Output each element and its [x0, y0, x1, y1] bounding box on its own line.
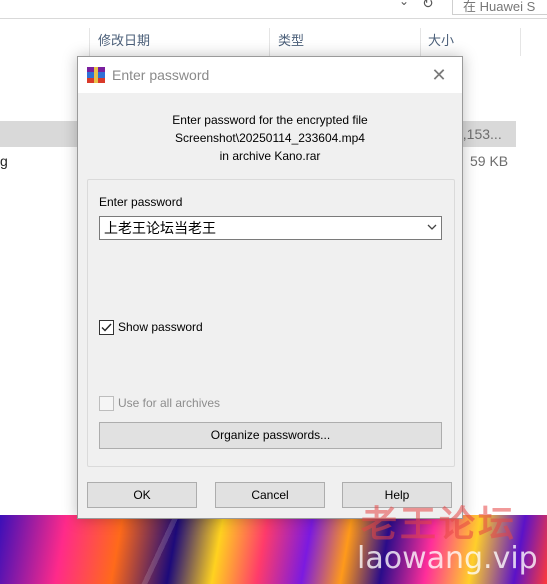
file-name: g	[0, 153, 8, 169]
password-value: 上老王论坛当老王	[104, 221, 216, 237]
column-divider[interactable]	[89, 28, 90, 56]
column-divider[interactable]	[269, 28, 270, 56]
watermark-text-en: laowang.vip	[357, 541, 538, 576]
dialog-title: Enter password	[112, 67, 210, 83]
prompt-text: Enter password for the encrypted file Sc…	[78, 111, 462, 165]
refresh-button[interactable]: ↻	[418, 0, 440, 14]
watermark-text-cn: 老王论坛	[361, 504, 518, 545]
use-for-all-label: Use for all archives	[118, 396, 221, 410]
column-header: 修改日期 类型 大小	[0, 28, 547, 56]
address-dropdown[interactable]: ⌄	[395, 0, 415, 14]
password-combobox[interactable]: 上老王论坛当老王	[99, 216, 442, 240]
checkbox-box[interactable]	[99, 320, 114, 335]
prompt-archive: in archive Kano.rar	[219, 149, 321, 163]
column-type[interactable]: 类型	[278, 28, 304, 56]
check-icon	[101, 323, 112, 332]
close-button[interactable]: ✕	[416, 57, 462, 93]
search-placeholder: 在 Huawei S	[463, 0, 536, 14]
ok-button[interactable]: OK	[87, 482, 197, 508]
checkbox-box[interactable]	[99, 396, 114, 411]
column-size[interactable]: 大小	[428, 28, 454, 56]
organize-passwords-button[interactable]: Organize passwords...	[99, 422, 442, 449]
refresh-icon: ↻	[422, 0, 434, 11]
close-icon: ✕	[431, 65, 447, 85]
winrar-icon	[87, 67, 105, 83]
explorer-toolbar: ⌄ ↻ 在 Huawei S	[0, 0, 547, 19]
search-input[interactable]: 在 Huawei S	[452, 0, 547, 15]
dialog-titlebar[interactable]: Enter password ✕	[78, 57, 462, 93]
chevron-down-icon[interactable]	[426, 221, 438, 233]
column-date[interactable]: 修改日期	[98, 28, 150, 56]
prompt-filename: Screenshot\20250114_233604.mp4	[175, 131, 365, 145]
password-dialog: Enter password ✕ Enter password for the …	[77, 56, 463, 519]
password-group: Enter password 上老王论坛当老王 Show password Us…	[87, 179, 455, 467]
password-label: Enter password	[99, 195, 183, 209]
cancel-button[interactable]: Cancel	[215, 482, 325, 508]
column-divider[interactable]	[520, 28, 521, 56]
prompt-line: Enter password for the encrypted file	[172, 113, 368, 127]
file-size: 59 KB	[470, 153, 509, 169]
show-password-label: Show password	[118, 320, 203, 334]
chevron-down-icon: ⌄	[399, 0, 410, 8]
column-divider[interactable]	[420, 28, 421, 56]
